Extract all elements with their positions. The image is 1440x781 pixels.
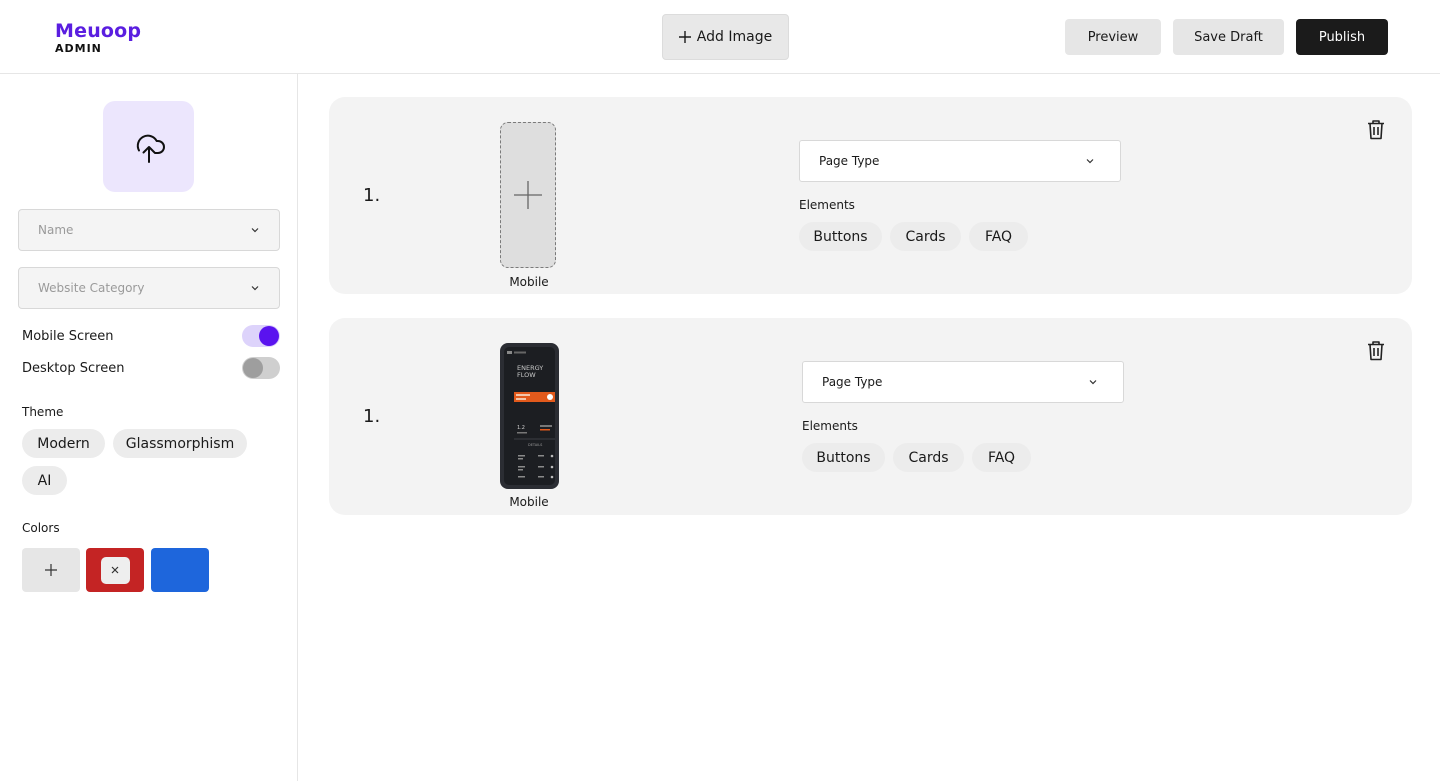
card-number: 1. [363,185,381,206]
plus-icon [678,31,691,43]
toggle-knob [259,326,279,346]
image-card: 1. Mobile Page Type Elements Buttons Car… [329,97,1412,294]
top-bar: Meuoop ADMIN Add Image Preview Save Draf… [0,0,1440,74]
trash-icon[interactable] [1366,119,1386,140]
app-preview-graphic: ENERGY FLOW 1.2 DETAILS [507,351,555,479]
theme-chip-ai[interactable]: AI [22,466,67,495]
cloud-upload-icon [136,134,165,163]
preview-button[interactable]: Preview [1065,19,1161,55]
page-type-label: Page Type [822,375,883,389]
publish-button[interactable]: Publish [1296,19,1388,55]
mobile-screen-toggle[interactable] [242,325,280,347]
chevron-down-icon [251,286,259,291]
save-draft-button[interactable]: Save Draft [1173,19,1284,55]
colors-label: Colors [22,521,60,535]
card-number: 1. [363,406,381,427]
name-select-placeholder: Name [38,223,74,237]
mobile-screenshot-thumbnail[interactable]: ENERGY FLOW 1.2 DETAILS [500,343,559,489]
mobile-screen-row: Mobile Screen [22,324,280,348]
website-category-select[interactable]: Website Category [18,267,280,309]
name-select[interactable]: Name [18,209,280,251]
svg-text:1.2: 1.2 [517,425,525,431]
screen-caption: Mobile [509,275,549,289]
settings-sidebar: Name Website Category Mobile Screen Desk… [0,74,298,781]
screen-caption: Mobile [509,495,549,509]
color-swatch-blue[interactable] [151,548,209,592]
chevron-down-icon [251,228,259,233]
add-mobile-image-slot[interactable] [500,122,556,268]
element-chip-faq[interactable]: FAQ [969,222,1028,251]
element-chip-buttons[interactable]: Buttons [802,443,885,472]
brand-name: Meuoop [55,20,142,42]
trash-icon[interactable] [1366,340,1386,361]
elements-label: Elements [802,419,858,433]
plus-icon [514,181,542,209]
page-type-select[interactable]: Page Type [799,140,1121,182]
image-card: 1. ENERGY FLOW 1.2 DETAILS Mobile Page T… [329,318,1412,515]
mobile-screen-label: Mobile Screen [22,328,114,344]
remove-color-button[interactable] [100,556,130,584]
brand-logo[interactable]: Meuoop ADMIN [55,20,141,56]
website-category-placeholder: Website Category [38,281,145,295]
app-details-label: DETAILS [528,443,543,447]
theme-label: Theme [22,405,64,419]
add-image-button[interactable]: Add Image [662,14,789,60]
close-icon [111,566,119,574]
plus-icon [45,564,57,576]
chevron-down-icon [1086,159,1094,164]
element-chip-cards[interactable]: Cards [893,443,964,472]
element-chip-cards[interactable]: Cards [890,222,961,251]
page-type-label: Page Type [819,154,880,168]
element-chip-faq[interactable]: FAQ [972,443,1031,472]
chevron-down-icon [1089,380,1097,385]
element-chip-buttons[interactable]: Buttons [799,222,882,251]
desktop-screen-row: Desktop Screen [22,356,280,380]
toggle-knob [243,358,263,378]
add-color-button[interactable] [22,548,80,592]
upload-logo-button[interactable] [103,101,194,192]
phone-screen: ENERGY FLOW 1.2 DETAILS [504,347,555,485]
elements-label: Elements [799,198,855,212]
color-swatch-red[interactable] [86,548,144,592]
brand-subtitle: ADMIN [55,42,102,55]
desktop-screen-toggle[interactable] [242,357,280,379]
add-image-label: Add Image [696,29,773,45]
theme-chip-glassmorphism[interactable]: Glassmorphism [113,429,247,458]
app-title-line-2: FLOW [517,371,536,379]
desktop-screen-label: Desktop Screen [22,360,125,376]
theme-chip-modern[interactable]: Modern [22,429,105,458]
page-type-select[interactable]: Page Type [802,361,1124,403]
